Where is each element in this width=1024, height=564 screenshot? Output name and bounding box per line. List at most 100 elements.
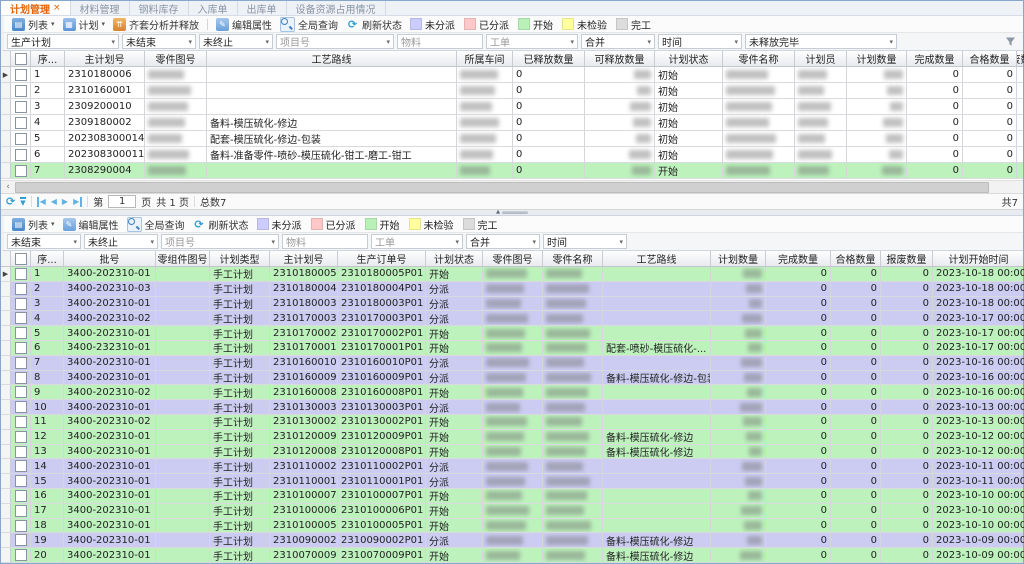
chevron-down-icon[interactable]: ▾ (188, 38, 192, 46)
tab-plan-management[interactable]: 计划管理× (1, 1, 71, 15)
top-header-cb[interactable] (11, 51, 31, 66)
top-filter-production-plan[interactable]: 生产计划▾ (7, 34, 119, 49)
select-all-checkbox[interactable] (15, 53, 27, 65)
chevron-down-icon[interactable]: ▾ (73, 238, 77, 246)
table-row[interactable]: 23400-202310-03手工计划23101800042310180004P… (1, 282, 1023, 297)
column-header-part_drawing[interactable]: 零件图号 (145, 51, 207, 66)
table-row[interactable]: 73400-202310-01手工计划23101600102310160010P… (1, 356, 1023, 371)
column-header-part_name[interactable]: 零件名称 (723, 51, 795, 66)
chevron-down-icon[interactable]: ▾ (111, 38, 115, 46)
tab-equipment-usage[interactable]: 设备资源占用情况 (287, 1, 386, 15)
tab-inbound-orders[interactable]: 入库单 (189, 1, 238, 15)
splitter-arrow-icon[interactable]: ▲ (496, 210, 500, 215)
row-checkbox[interactable] (15, 85, 27, 97)
column-header-start_time[interactable]: 计划开始时间 (933, 251, 1024, 266)
chevron-down-icon[interactable]: ▾ (619, 238, 623, 246)
row-checkbox[interactable] (15, 101, 27, 113)
next-page-button[interactable]: ▶ (62, 197, 68, 207)
column-header-status[interactable]: 计划状态 (426, 251, 483, 266)
bottom-header-cb[interactable] (11, 251, 31, 266)
row-checkbox[interactable] (15, 268, 27, 280)
column-header-route[interactable]: 工艺路线 (603, 251, 711, 266)
row-checkbox[interactable] (15, 283, 27, 295)
tab-material-management[interactable]: 材料管理 (71, 1, 130, 15)
table-row[interactable]: 5202308300014配套-模压硫化-修边-包装0初始00 (1, 131, 1023, 147)
table-row[interactable]: 33400-202310-01手工计划23101800032310180003P… (1, 297, 1023, 312)
chevron-down-icon[interactable]: ▾ (570, 38, 574, 46)
row-checkbox[interactable] (15, 505, 27, 517)
row-checkbox[interactable] (15, 490, 27, 502)
bottom-search-button[interactable]: 全局查询 (123, 217, 189, 232)
row-checkbox[interactable] (15, 342, 27, 354)
tab-outbound-orders[interactable]: 出库单 (238, 1, 287, 15)
top-filter-merge[interactable]: 合并▾ (581, 34, 655, 49)
table-row[interactable]: 103400-202310-01手工计划23101300032310130003… (1, 400, 1023, 415)
row-checkbox[interactable] (15, 149, 27, 161)
top-filter-not-fully-released[interactable]: 未释放完毕▾ (745, 34, 897, 49)
last-page-button[interactable]: ▶ (73, 197, 82, 207)
table-row[interactable]: 133400-202310-01手工计划23101200082310120008… (1, 445, 1023, 460)
chevron-down-icon[interactable]: ▾ (734, 38, 738, 46)
top-release-button[interactable]: 齐套分析并释放 (109, 17, 203, 32)
top-filter-not-finished[interactable]: 未结束▾ (122, 34, 196, 49)
column-header-scrap_qty[interactable]: 报废数量 (1017, 51, 1024, 66)
bottom-filter-work-order[interactable]: 工单▾ (371, 234, 463, 249)
top-refresh-button[interactable]: 刷新状态 (342, 17, 406, 32)
row-checkbox[interactable] (15, 357, 27, 369)
row-checkbox[interactable] (15, 446, 27, 458)
column-header-comp_drawing[interactable]: 零组件图号 (156, 251, 210, 266)
row-checkbox[interactable] (15, 416, 27, 428)
row-checkbox[interactable] (15, 460, 27, 472)
filter-icon[interactable]: ▼ (20, 197, 25, 206)
row-checkbox[interactable] (15, 165, 27, 177)
row-checkbox[interactable] (15, 312, 27, 324)
column-header-plan_qty[interactable]: 计划数量 (711, 251, 766, 266)
top-filter-project-no[interactable]: 项目号▾ (276, 34, 394, 49)
column-header-ok_qty[interactable]: 合格数量 (963, 51, 1017, 66)
column-header-done_qty[interactable]: 完成数量 (766, 251, 831, 266)
bottom-edit-button[interactable]: 编辑属性 (59, 217, 123, 232)
column-header-done_qty[interactable]: 完成数量 (907, 51, 963, 66)
column-header-released_qty[interactable]: 已释放数量 (513, 51, 585, 66)
table-row[interactable]: 223101600010初始00 (1, 83, 1023, 99)
row-checkbox[interactable] (15, 520, 27, 532)
top-list-button[interactable]: 列表▾ (8, 17, 59, 32)
column-header-order_no[interactable]: 生产订单号 (338, 251, 426, 266)
table-row[interactable]: 143400-202310-01手工计划23101100022310110002… (1, 459, 1023, 474)
table-row[interactable]: 53400-202310-01手工计划23101700022310170002P… (1, 326, 1023, 341)
table-row[interactable]: ▶123101800060初始00 (1, 67, 1023, 83)
chevron-down-icon[interactable]: ▾ (150, 238, 154, 246)
column-header-status[interactable]: 计划状态 (655, 51, 723, 66)
chevron-down-icon[interactable]: ▾ (455, 238, 459, 246)
column-header-batch[interactable]: 批号 (64, 251, 156, 266)
prev-page-button[interactable]: ◀ (51, 197, 57, 207)
table-row[interactable]: 113400-202310-02手工计划23101300022310130002… (1, 415, 1023, 430)
scrollbar-thumb[interactable] (15, 182, 989, 193)
column-header-ok_qty[interactable]: 合格数量 (831, 251, 881, 266)
column-header-part_name[interactable]: 零件名称 (543, 251, 603, 266)
column-header-seq[interactable]: 序... (31, 51, 65, 66)
table-row[interactable]: 173400-202310-01手工计划23101000062310100006… (1, 504, 1023, 519)
page-number-input[interactable]: 1 (108, 195, 136, 208)
top-filter-time[interactable]: 时间▾ (658, 34, 742, 49)
table-row[interactable]: ▶13400-202310-01手工计划23101800052310180005… (1, 267, 1023, 282)
column-header-planner[interactable]: 计划员 (795, 51, 847, 66)
first-page-button[interactable]: ◀ (37, 197, 46, 207)
bottom-filter-not-terminated[interactable]: 未终止▾ (84, 234, 158, 249)
chevron-down-icon[interactable]: ▾ (532, 238, 536, 246)
scroll-left-arrow-icon[interactable]: ‹ (1, 182, 15, 192)
tab-close-icon[interactable]: × (53, 3, 61, 13)
top-plan-button[interactable]: 计划▾ (59, 17, 110, 32)
row-checkbox[interactable] (15, 327, 27, 339)
splitter-grip[interactable] (502, 211, 528, 214)
column-header-route[interactable]: 工艺路线 (207, 51, 457, 66)
top-filter-work-order[interactable]: 工单▾ (486, 34, 578, 49)
table-row[interactable]: 6202308300011备料-准备零件-喷砂-模压硫化-钳工-磨工-钳工0初始… (1, 147, 1023, 163)
filter-funnel-icon[interactable] (1005, 36, 1016, 47)
select-all-checkbox[interactable] (15, 253, 27, 265)
bottom-filter-merge[interactable]: 合并▾ (466, 234, 540, 249)
chevron-down-icon[interactable]: ▾ (102, 20, 106, 28)
top-filter-material[interactable]: 物料 (397, 34, 483, 49)
tab-steel-inventory[interactable]: 钢料库存 (130, 1, 189, 15)
bottom-filter-project-no[interactable]: 项目号▾ (161, 234, 279, 249)
